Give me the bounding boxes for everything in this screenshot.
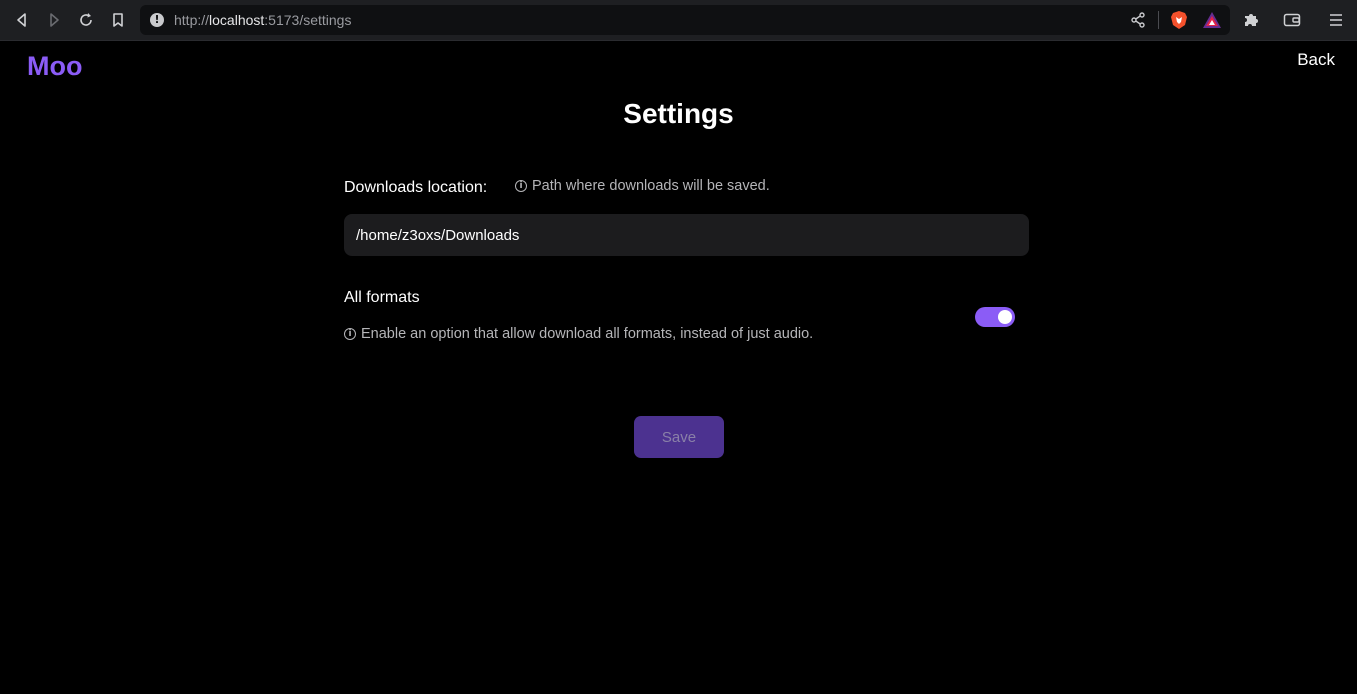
all-formats-toggle[interactable] bbox=[975, 307, 1015, 327]
app-logo[interactable]: Moo bbox=[27, 51, 82, 82]
downloads-location-label: Downloads location: bbox=[344, 179, 488, 196]
site-info-icon[interactable]: ! bbox=[150, 13, 164, 27]
all-formats-hint: i Enable an option that allow download a… bbox=[344, 326, 813, 342]
all-formats-label: All formats bbox=[344, 289, 420, 306]
forward-icon[interactable] bbox=[42, 9, 66, 31]
back-link[interactable]: Back bbox=[1297, 50, 1335, 70]
brave-shields-icon[interactable] bbox=[1170, 10, 1188, 30]
back-icon[interactable] bbox=[10, 9, 34, 31]
downloads-location-input[interactable] bbox=[344, 214, 1029, 256]
page-title: Settings bbox=[623, 98, 734, 129]
wallet-icon[interactable] bbox=[1283, 11, 1301, 29]
address-bar-divider bbox=[1158, 11, 1159, 29]
downloads-location-hint-text: Path where downloads will be saved. bbox=[532, 178, 770, 194]
url-path: :5173/settings bbox=[264, 12, 352, 28]
address-bar[interactable]: ! http://localhost:5173/settings bbox=[140, 5, 1230, 35]
browser-toolbar: ! http://localhost:5173/settings bbox=[0, 0, 1357, 41]
all-formats-hint-text: Enable an option that allow download all… bbox=[361, 326, 814, 342]
reload-icon[interactable] bbox=[74, 9, 98, 31]
info-icon: i bbox=[515, 180, 527, 192]
bookmark-icon[interactable] bbox=[106, 9, 130, 31]
url-text[interactable]: http://localhost:5173/settings bbox=[174, 12, 351, 28]
save-button[interactable]: Save bbox=[634, 416, 724, 458]
toggle-knob bbox=[998, 310, 1012, 324]
url-scheme: http:// bbox=[174, 12, 210, 28]
extensions-icon[interactable] bbox=[1242, 11, 1260, 29]
downloads-location-hint: i Path where downloads will be saved. bbox=[515, 178, 770, 194]
brave-rewards-icon[interactable] bbox=[1202, 11, 1222, 29]
share-icon[interactable] bbox=[1130, 12, 1146, 28]
url-host: localhost bbox=[209, 12, 265, 28]
info-icon: i bbox=[344, 328, 356, 340]
menu-icon[interactable] bbox=[1327, 11, 1345, 29]
